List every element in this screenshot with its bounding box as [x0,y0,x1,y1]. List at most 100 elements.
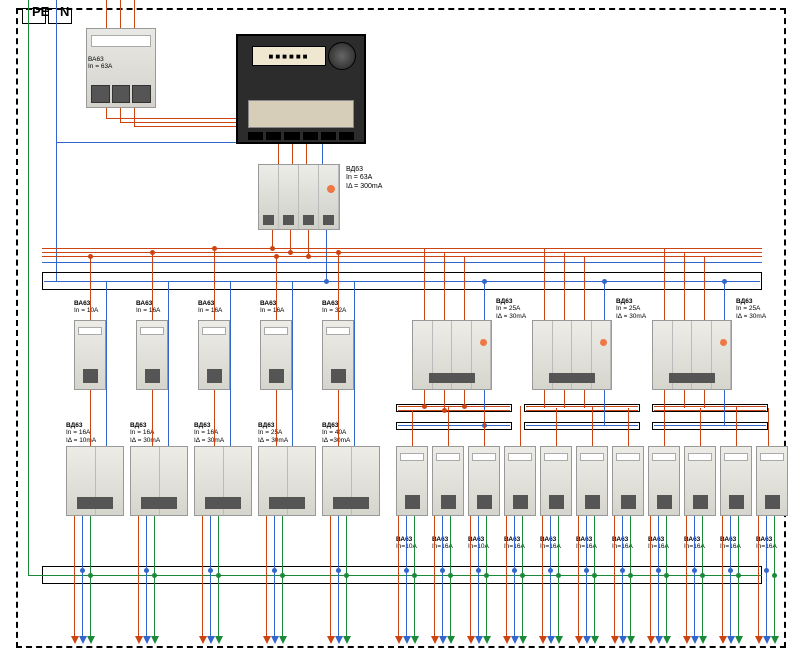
out-arrow [215,636,223,644]
out-arrow [207,636,215,644]
wire [604,282,605,320]
rcd-1 [412,320,492,390]
out-wire [586,516,587,636]
out-arrow [411,636,419,644]
mcb-4 [260,320,292,390]
junction-dot [482,279,487,284]
mcb-r2-1 [396,446,428,516]
out-arrow [539,636,547,644]
out-arrow [727,636,735,644]
junction-dot [336,250,341,255]
row-1-rcds [412,320,732,390]
wire [592,406,593,446]
out-wire [550,516,551,636]
mcb-3 [198,320,230,390]
mcb-3-label: ВА63In = 16A [198,300,222,315]
wire [338,390,339,446]
rcd-2-label: ВД63In = 25AIΔ = 30mA [616,298,646,320]
junction-dot [288,250,293,255]
wire [398,406,510,407]
wire [214,390,215,446]
wire [684,252,685,320]
wire [214,248,215,320]
out-arrow [655,636,663,644]
out-wire [266,516,267,636]
wire [398,425,510,426]
main-rcd [258,164,340,230]
out-arrow [439,636,447,644]
out-wire [330,516,331,636]
out-arrow [627,636,635,644]
junction-dot [620,568,625,573]
wire [106,108,107,118]
wire [584,256,585,320]
out-arrow [263,636,271,644]
junction-dot [324,279,329,284]
wire [584,390,585,408]
wire [322,144,323,164]
rcbo-1 [66,446,124,516]
mcb-5 [322,320,354,390]
out-wire [210,516,211,636]
out-arrow [151,636,159,644]
phase-l1-in [106,0,107,28]
rcd-3-label: ВД63In = 25AIΔ = 30mA [736,298,766,320]
wire [412,410,413,446]
junction-dot [722,279,727,284]
out-wire [338,516,339,636]
rcbo-5 [322,446,380,516]
wire [398,410,510,411]
out-wire [614,516,615,636]
out-arrow [755,636,763,644]
out-arrow [395,636,403,644]
junction-dot [208,568,213,573]
rcbo-2 [130,446,188,516]
wire [230,282,231,446]
junction-dot [306,254,311,259]
out-arrow [555,636,563,644]
junction-dot [270,246,275,251]
junction-dot [448,573,453,578]
wire [448,406,449,446]
rcbo-1-label: ВД63In = 16AIΔ = 10mA [66,422,96,444]
out-wire [202,516,203,636]
wire [654,410,766,411]
out-arrow [87,636,95,644]
energy-meter: ■■■■■■ [236,34,366,144]
main-breaker-label: ВА63In = 63A [88,56,112,71]
mcb-4-label: ВА63In = 16A [260,300,284,315]
junction-dot [556,573,561,578]
out-wire [650,516,651,636]
out-wire [514,516,515,636]
out-wire [506,516,507,636]
phase-l2-in [120,0,121,28]
wire [168,282,169,446]
wire [704,256,705,320]
wire [338,252,339,320]
wire [444,390,445,408]
wire [724,282,725,320]
junction-dot [442,408,447,413]
junction-dot [336,568,341,573]
out-arrow [327,636,335,644]
sub-bus-1b [396,422,512,430]
out-wire [730,516,731,636]
sub-bus-3b [652,422,768,430]
junction-dot [88,573,93,578]
out-arrow [771,636,779,644]
rcd-1-label: ВД63In = 25AIΔ = 30mA [496,298,526,320]
rcbo-5-label: ВД63In = 40AIΔ =30mA [322,422,350,444]
junction-dot [274,254,279,259]
mcb-r2-7 [612,446,644,516]
out-arrow [519,636,527,644]
main-rcd-label: ВД63 In = 63A IΔ = 300mA [346,166,382,191]
wire [526,425,638,426]
out-wire [138,516,139,636]
wire [664,248,665,320]
junction-dot [212,246,217,251]
wire [544,390,545,408]
sub-bus-2b [524,422,640,430]
junction-dot [144,568,149,573]
junction-dot [728,568,733,573]
out-wire [470,516,471,636]
